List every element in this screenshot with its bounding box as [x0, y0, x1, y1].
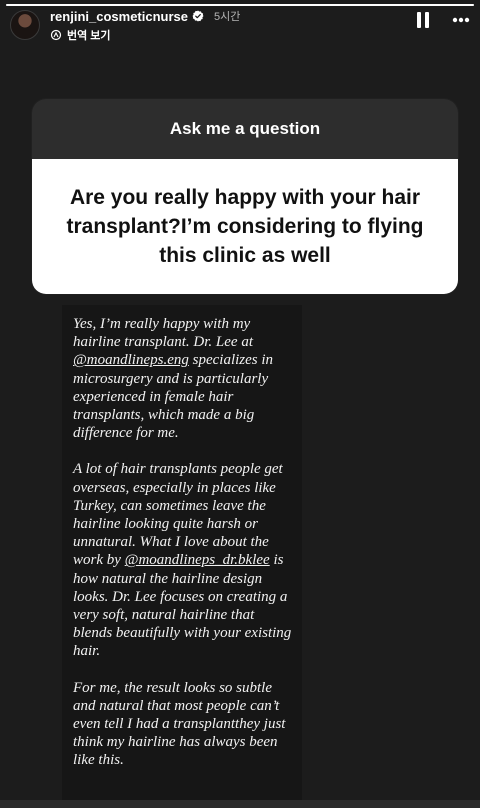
question-sticker-header: Ask me a question	[32, 99, 458, 159]
see-translation-link[interactable]: 번역 보기	[50, 28, 240, 42]
see-translation-label: 번역 보기	[67, 30, 111, 42]
mention-moandlineps-eng[interactable]: @moandlineps.eng	[73, 352, 189, 368]
user-info: renjini_cosmeticnurse 5시간 번역 보기	[50, 8, 240, 43]
answer-paragraph-1: Yes, I’m really happy with my hairline t…	[73, 315, 293, 442]
story-viewer[interactable]: renjini_cosmeticnurse 5시간 번역 보기 Ask me a…	[0, 0, 480, 808]
story-controls	[416, 12, 470, 28]
username[interactable]: renjini_cosmeticnurse	[50, 9, 188, 24]
pause-icon[interactable]	[416, 12, 430, 28]
post-time: 5시간	[214, 11, 241, 23]
mention-moandlineps-dr-bklee[interactable]: @moandlineps_dr.bklee	[125, 552, 270, 568]
story-progress-fill	[6, 4, 474, 6]
answer-paragraph-3: For me, the result looks so subtle and n…	[73, 679, 286, 769]
reply-bar-edge	[0, 800, 480, 808]
more-icon[interactable]	[452, 17, 470, 23]
story-header: renjini_cosmeticnurse 5시간 번역 보기	[10, 8, 470, 42]
avatar[interactable]	[10, 10, 40, 40]
answer-p1-start: Yes, I’m really happy with my hairline t…	[73, 316, 254, 351]
answer-paragraph-2: A lot of hair transplants people get ove…	[73, 460, 293, 660]
story-progress-bar	[6, 4, 474, 6]
translate-icon	[50, 29, 62, 41]
question-sticker[interactable]: Ask me a question Are you really happy w…	[32, 99, 458, 294]
verified-badge-icon	[192, 10, 204, 22]
answer-text: Yes, I’m really happy with my hairline t…	[73, 315, 293, 788]
question-sticker-title: Ask me a question	[169, 119, 321, 138]
question-sticker-body: Are you really happy with your hair tran…	[32, 159, 458, 294]
user-row: renjini_cosmeticnurse 5시간	[50, 8, 240, 24]
question-text: Are you really happy with your hair tran…	[66, 186, 424, 267]
answer-p2-end: is how natural the hairline design looks…	[73, 552, 292, 660]
